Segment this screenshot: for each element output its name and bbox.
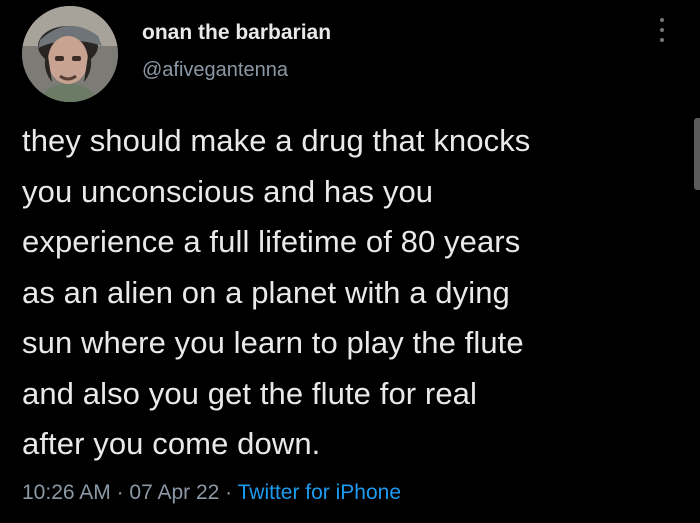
meta-separator: · xyxy=(110,481,130,504)
tweet-meta: 10:26 AM · 07 Apr 22 · Twitter for iPhon… xyxy=(22,478,401,508)
avatar[interactable] xyxy=(22,6,118,102)
tweet-header: onan the barbarian @afivegantenna xyxy=(22,6,672,102)
more-vertical-icon-dot xyxy=(660,18,664,22)
meta-separator: · xyxy=(219,481,238,504)
tweet-source-link[interactable]: Twitter for iPhone xyxy=(238,481,401,504)
profile-photo-icon xyxy=(22,6,118,102)
more-vertical-icon-dot xyxy=(660,38,664,42)
author-handle[interactable]: @afivegantenna xyxy=(142,58,331,82)
more-options-button[interactable] xyxy=(652,16,672,44)
tweet-card: onan the barbarian @afivegantenna they s… xyxy=(0,0,700,523)
tweet-date[interactable]: 07 Apr 22 xyxy=(129,481,219,504)
scrollbar[interactable] xyxy=(694,118,700,190)
author-names: onan the barbarian @afivegantenna xyxy=(142,20,331,82)
more-vertical-icon-dot xyxy=(660,28,664,32)
author-display-name[interactable]: onan the barbarian xyxy=(142,20,331,46)
tweet-text: they should make a drug that knocks you … xyxy=(22,123,531,461)
tweet-time[interactable]: 10:26 AM xyxy=(22,481,111,504)
